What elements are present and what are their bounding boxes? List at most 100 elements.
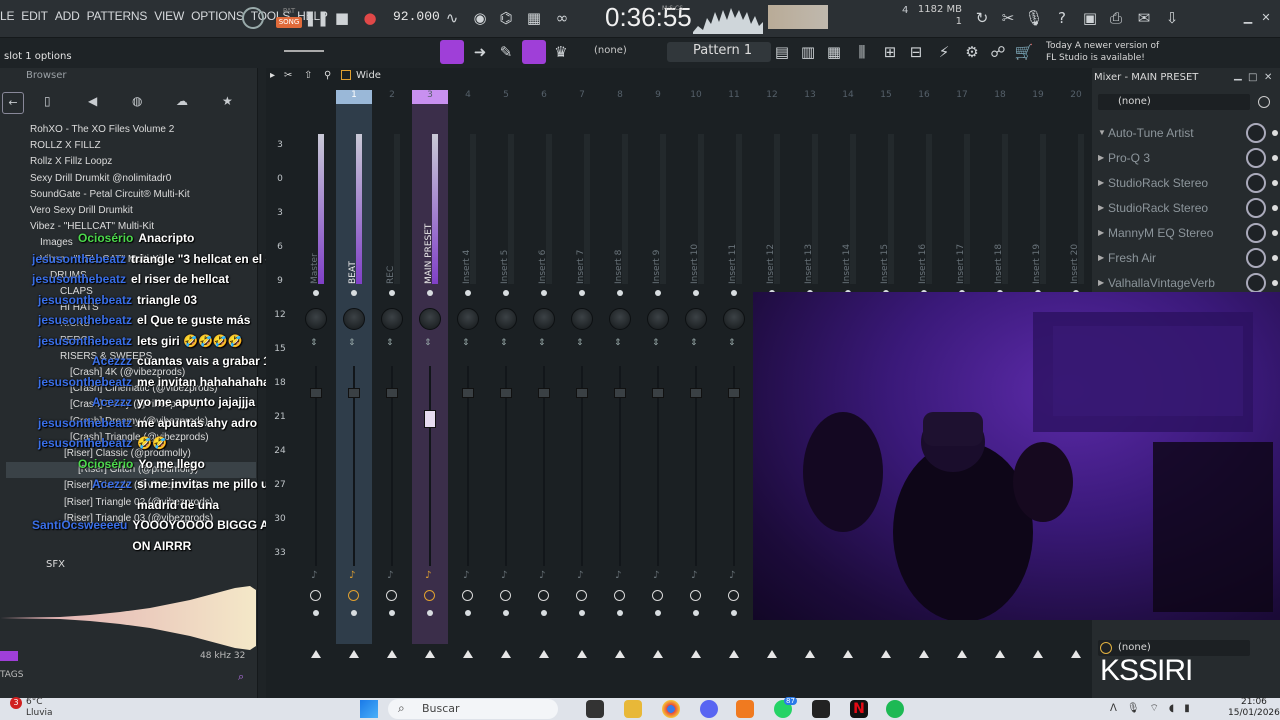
route-arrow-icon[interactable]	[729, 650, 739, 658]
search-icon[interactable]: ⌕	[238, 670, 244, 684]
spotify-icon[interactable]	[886, 700, 904, 718]
expand-icon[interactable]: ▶	[1098, 153, 1108, 162]
weather-widget[interactable]: 6°C Lluvia	[26, 697, 53, 719]
channel-rack-icon[interactable]: ▦	[822, 40, 846, 64]
step-edit-icon[interactable]: ▦	[522, 6, 546, 30]
send-icon[interactable]: ♪	[539, 570, 545, 581]
volume-fader[interactable]	[728, 388, 740, 398]
expand-icon[interactable]: ▶	[1098, 228, 1108, 237]
stereo-separation-icon[interactable]: ⇕	[462, 338, 470, 348]
tags-label[interactable]: TAGS	[0, 670, 23, 680]
mic-record-icon[interactable]: ⚙	[960, 40, 984, 64]
fl-studio-icon[interactable]	[736, 700, 754, 718]
track-name[interactable]: MAIN PRESET	[424, 224, 434, 284]
power-toggle[interactable]	[1272, 229, 1278, 236]
back-icon[interactable]: ←	[2, 92, 24, 114]
route-clock-icon[interactable]	[462, 590, 473, 601]
pattern-source[interactable]: (none)	[594, 45, 627, 56]
route-clock-icon[interactable]	[614, 590, 625, 601]
play-marker-icon[interactable]	[0, 651, 18, 661]
track-name[interactable]: Insert 16	[918, 224, 928, 284]
record-button[interactable]: ●	[358, 6, 382, 30]
volume-fader[interactable]	[462, 388, 474, 398]
close-window-icon[interactable]: ✕	[1254, 6, 1278, 30]
track-name[interactable]: Insert 19	[1032, 224, 1042, 284]
browser-item[interactable]: SoundGate - Petal Circuit® Multi-Kit	[6, 187, 256, 203]
menu-view[interactable]: VIEW	[154, 9, 184, 27]
volume-fader[interactable]	[652, 388, 664, 398]
route-arrow-icon[interactable]	[501, 650, 511, 658]
chrome-icon[interactable]	[662, 700, 680, 718]
route-clock-icon[interactable]	[500, 590, 511, 601]
mixer-strip[interactable]: 11 Insert 11 ⇕ ♪	[716, 90, 752, 658]
mixer-strip[interactable]: 5 Insert 5 ⇕ ♪	[488, 90, 524, 658]
pan-knob[interactable]	[381, 308, 403, 330]
countdown-icon[interactable]: ⌬	[494, 6, 518, 30]
route-arrow-icon[interactable]	[843, 650, 853, 658]
download-icon[interactable]: ⇩	[1160, 6, 1184, 30]
mute-toggle[interactable]	[389, 290, 395, 296]
mixer-strip[interactable]: 8 Insert 8 ⇕ ♪	[602, 90, 638, 658]
pan-knob[interactable]	[723, 308, 745, 330]
route-clock-icon[interactable]	[348, 590, 359, 601]
piano-roll-icon[interactable]: ▥	[796, 40, 820, 64]
playlist-button[interactable]	[440, 40, 464, 64]
menu-file[interactable]: LE	[0, 9, 14, 27]
pan-knob[interactable]	[343, 308, 365, 330]
track-name[interactable]: Insert 10	[690, 224, 700, 284]
send-icon[interactable]: ♪	[501, 570, 507, 581]
mix-knob[interactable]	[1246, 272, 1266, 293]
pan-knob[interactable]	[305, 308, 327, 330]
expand-icon[interactable]: ▶	[1098, 203, 1108, 212]
refresh-icon[interactable]: ↻	[970, 6, 994, 30]
route-dot[interactable]	[541, 610, 547, 616]
route-arrow-icon[interactable]	[1033, 650, 1043, 658]
route-dot[interactable]	[579, 610, 585, 616]
effect-slot[interactable]: ▶ MannyM EQ Stereo	[1098, 220, 1278, 245]
browser-item[interactable]: RohXO - The XO Files Volume 2	[6, 122, 256, 138]
menu-edit[interactable]: EDIT	[21, 9, 48, 27]
mixer-strip[interactable]: 6 Insert 6 ⇕ ♪	[526, 90, 562, 658]
power-toggle[interactable]	[1272, 254, 1278, 261]
send-icon[interactable]: ♪	[311, 570, 317, 581]
browser-item[interactable]: Rollz X Fillz Loopz	[6, 154, 256, 170]
expand-icon[interactable]: ▶	[1098, 278, 1108, 287]
browser-item[interactable]: ROLLZ X FILLZ	[6, 138, 256, 154]
menu-options[interactable]: OPTIONS	[191, 9, 244, 27]
route-clock-icon[interactable]	[576, 590, 587, 601]
panel-close-icon[interactable]: ✕	[1264, 72, 1272, 83]
link-button[interactable]	[522, 40, 546, 64]
route-arrow-icon[interactable]	[577, 650, 587, 658]
stereo-separation-icon[interactable]: ⇕	[690, 338, 698, 348]
route-arrow-icon[interactable]	[1071, 650, 1081, 658]
route-arrow-icon[interactable]	[767, 650, 777, 658]
news-panel[interactable]: Today A newer version of FL Studio is av…	[1046, 40, 1166, 64]
mixer-icon[interactable]: ⫼	[850, 40, 874, 64]
route-arrow-icon[interactable]	[425, 650, 435, 658]
mix-knob[interactable]	[1246, 222, 1266, 243]
pat-song-toggle[interactable]: PAT SONG	[276, 6, 302, 30]
stereo-separation-icon[interactable]: ⇕	[386, 338, 394, 348]
render-icon[interactable]: ⎙	[1104, 6, 1128, 30]
pan-knob[interactable]	[457, 308, 479, 330]
help-icon[interactable]: ?	[1050, 6, 1074, 30]
speaker-icon[interactable]: ◀	[88, 94, 97, 108]
power-toggle[interactable]	[1272, 279, 1278, 286]
route-arrow-icon[interactable]	[881, 650, 891, 658]
mixer-strip[interactable]: 7 Insert 7 ⇕ ♪	[564, 90, 600, 658]
master-volume-slider[interactable]	[284, 50, 324, 52]
expand-icon[interactable]: ▶	[1098, 253, 1108, 262]
volume-fader[interactable]	[576, 388, 588, 398]
route-arrow-icon[interactable]	[995, 650, 1005, 658]
track-name[interactable]: Insert 17	[956, 224, 966, 284]
volume-fader[interactable]	[424, 410, 436, 428]
mute-toggle[interactable]	[655, 290, 661, 296]
pan-knob[interactable]	[571, 308, 593, 330]
volume-fader[interactable]	[538, 388, 550, 398]
taskbar-clock[interactable]: 21:06 15/01/2026	[1228, 697, 1280, 719]
volume-fader[interactable]	[500, 388, 512, 398]
effect-slot[interactable]: ▶ StudioRack Stereo	[1098, 170, 1278, 195]
mixer-tool-icon[interactable]: ✂	[284, 70, 292, 81]
power-toggle[interactable]	[1272, 154, 1278, 161]
globe-icon[interactable]: ◍	[132, 94, 142, 108]
